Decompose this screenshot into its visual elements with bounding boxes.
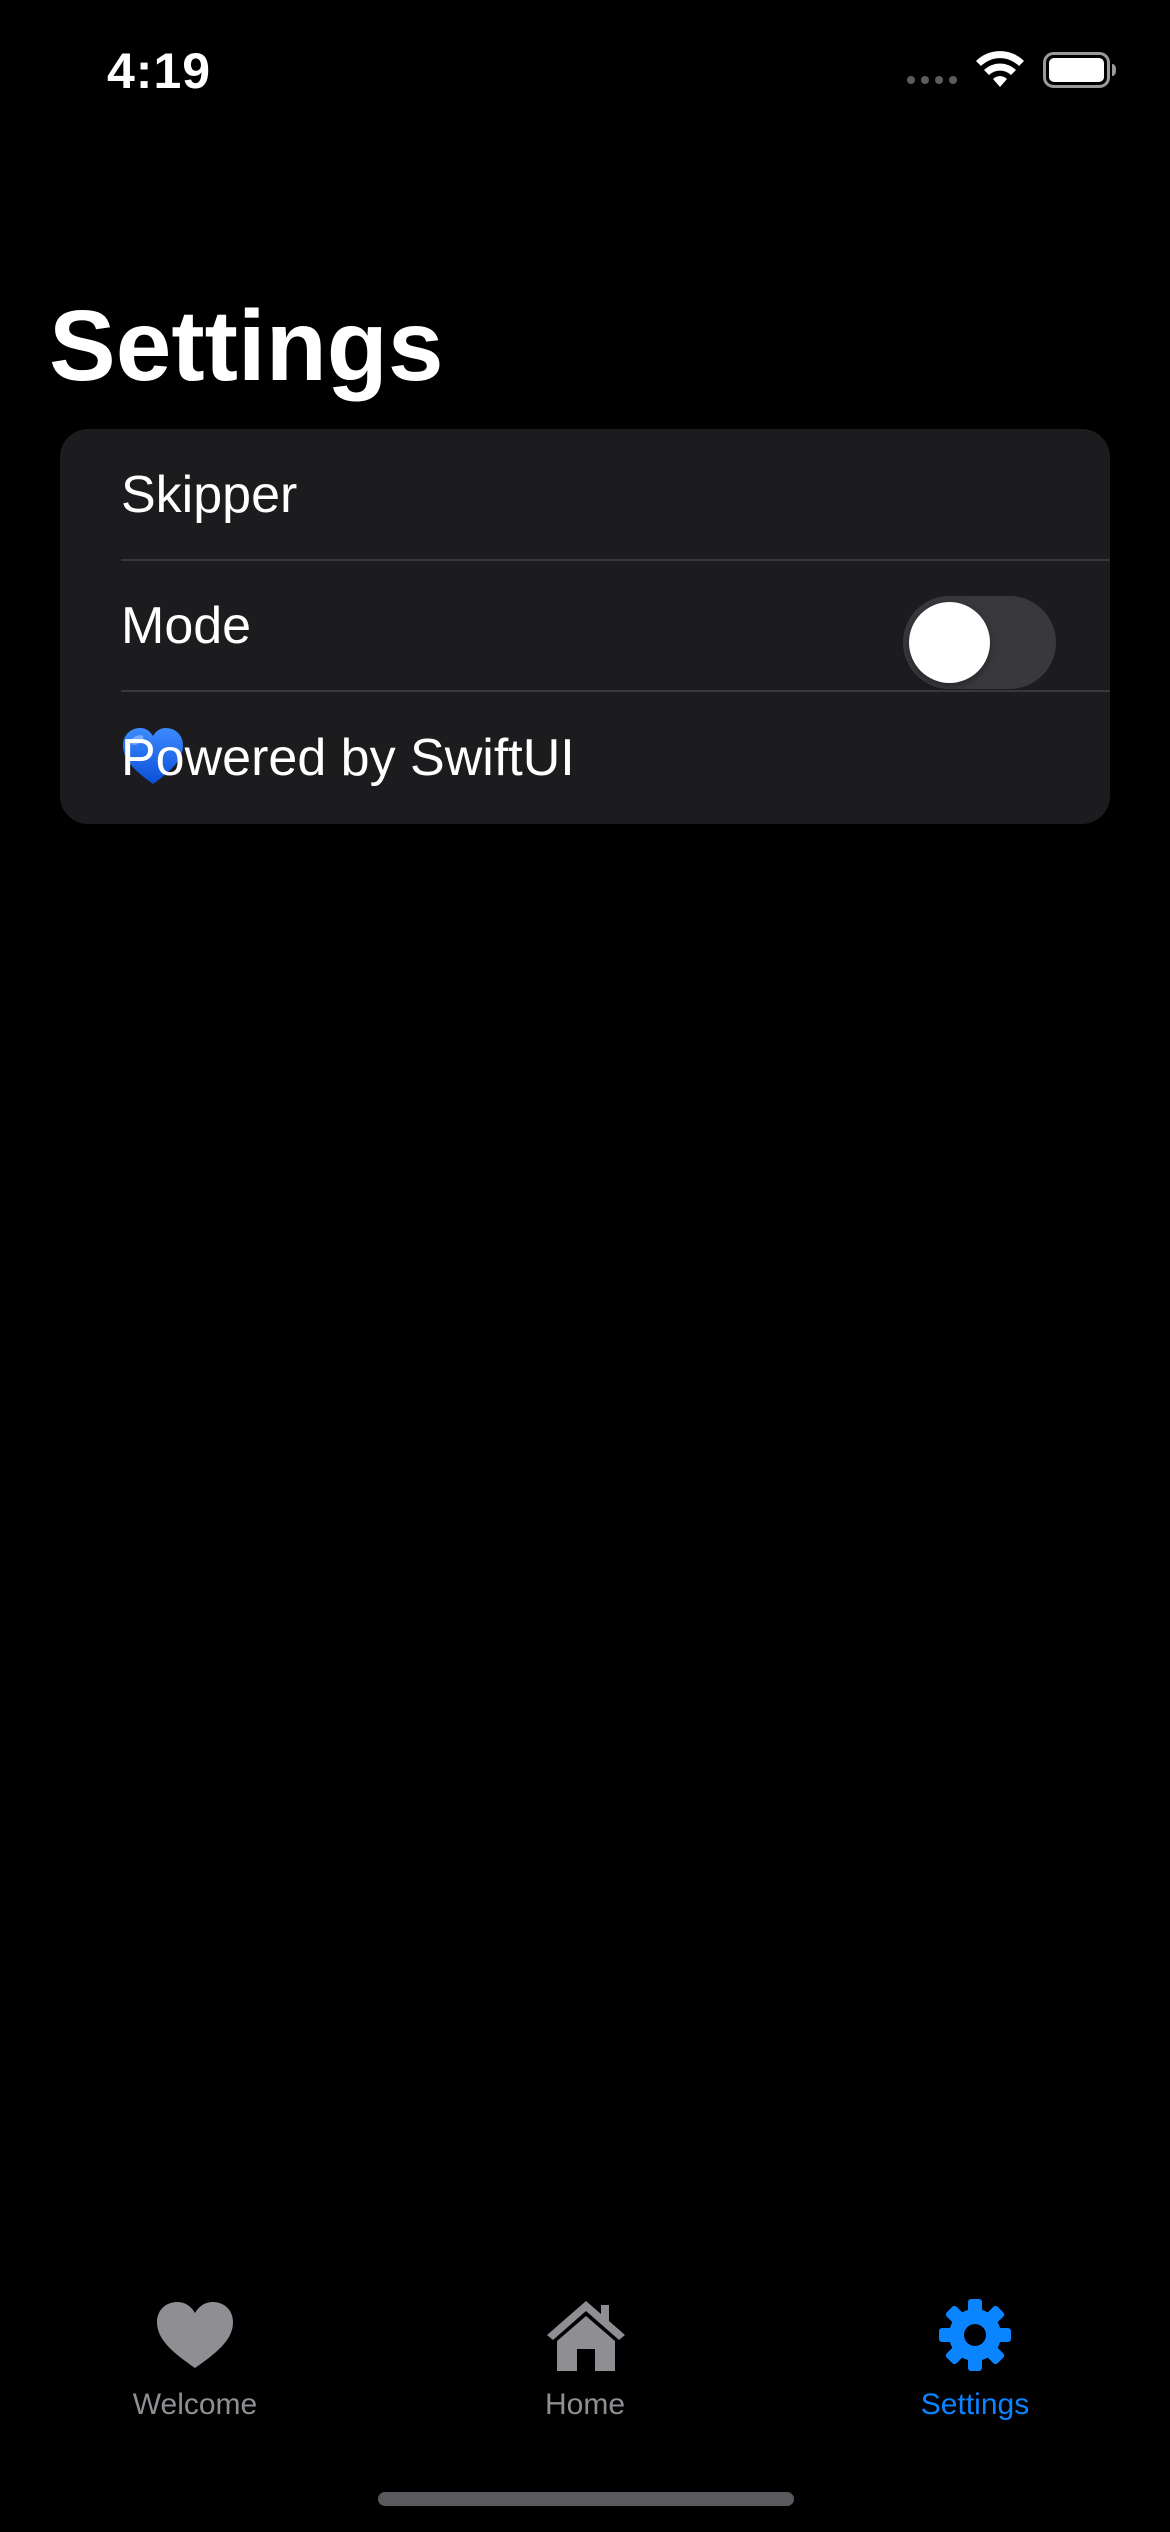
tab-home[interactable]: Home [390,2270,780,2430]
tab-settings[interactable]: Settings [780,2270,1170,2430]
wifi-icon [975,51,1025,89]
home-indicator[interactable] [378,2492,794,2506]
cellular-signal-icon [907,50,957,90]
row-label-skipper: Skipper [121,465,298,524]
tab-label-welcome: Welcome [132,2388,258,2421]
heart-icon [155,2300,235,2370]
row-label-mode: Mode [121,596,252,655]
page-title: Settings [49,290,444,402]
toggle-knob [909,602,990,683]
settings-list: Skipper Mode Powered by SwiftUI [60,429,1110,824]
status-indicators [907,50,1117,90]
tab-label-settings: Settings [920,2388,1030,2421]
list-item-mode: Mode [60,560,1110,691]
powered-by-label: Powered by SwiftUI [121,728,575,787]
list-item-powered-by: Powered by SwiftUI [60,691,1110,824]
tab-welcome[interactable]: Welcome [0,2270,390,2430]
tab-label-home: Home [544,2388,626,2421]
mode-toggle[interactable] [903,596,1056,689]
battery-icon [1043,52,1117,88]
gear-icon [937,2297,1013,2373]
status-time: 4:19 [107,43,212,99]
house-icon [543,2297,629,2373]
status-bar: 4:19 [0,0,1170,150]
list-item-skipper[interactable]: Skipper [60,429,1110,560]
